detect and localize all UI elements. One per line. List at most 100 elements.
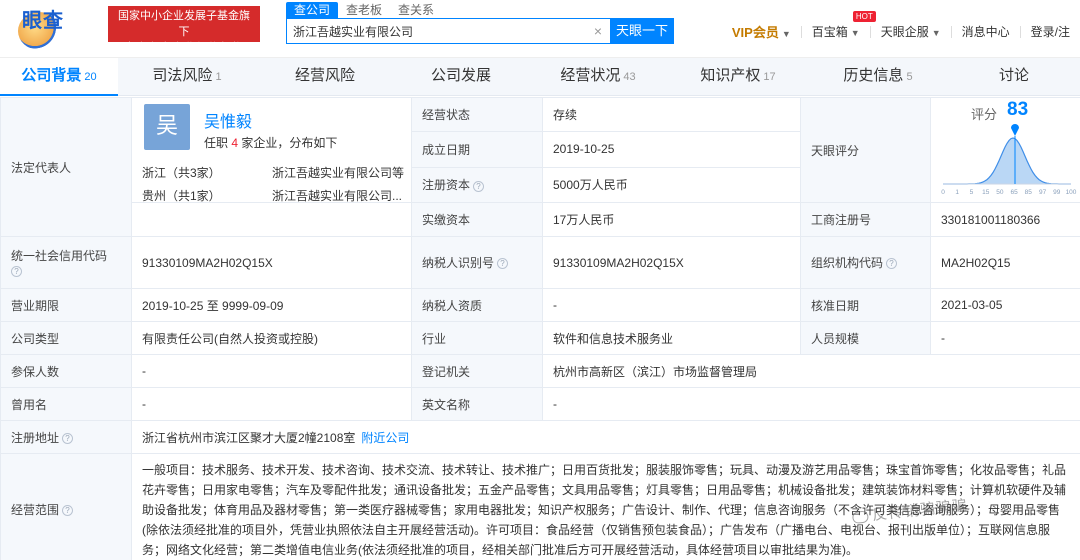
term-value: 2019-10-25 至 9999-09-09 — [131, 288, 412, 322]
tianyancha-logo[interactable]: 眼查 — [8, 4, 108, 50]
tab-count: 1 — [215, 71, 222, 83]
score-widget[interactable]: 评分 83 0 1 5 15 50 65 85 97 99 100 — [931, 98, 1080, 202]
tab-intellectual-property[interactable]: 知识产权 17 — [668, 58, 808, 96]
reg-capital-label-text: 注册资本 — [422, 178, 471, 193]
region-company[interactable]: 浙江吾越实业有限公司... — [272, 187, 408, 204]
credit-code-label: 统一社会信用代码? — [0, 236, 132, 289]
score-tick-label: 100 — [1066, 189, 1077, 196]
search-button[interactable]: 天眼一下 — [610, 18, 674, 44]
help-icon[interactable]: ? — [497, 258, 509, 270]
region-province: 浙江（共3家） — [142, 166, 221, 180]
english-name-value: - — [542, 387, 1080, 421]
score-cell: 评分 83 0 1 5 15 50 65 85 97 99 100 — [930, 97, 1080, 203]
org-code-label: 组织机构代码? — [800, 236, 931, 289]
login-link[interactable]: 登录/注 — [1021, 23, 1080, 40]
tab-label: 讨论 — [998, 67, 1029, 84]
search-tab-boss[interactable]: 查老板 — [338, 2, 390, 18]
search-tab-company[interactable]: 查公司 — [286, 2, 339, 18]
taxpayer-id-value: 91330109MA2H02Q15X — [542, 236, 801, 289]
score-tick-label: 85 — [1025, 189, 1033, 196]
score-tick-label: 65 — [1010, 189, 1018, 196]
message-center-link[interactable]: 消息中心 — [952, 23, 1020, 40]
org-code-label-text: 组织机构代码 — [811, 256, 884, 270]
avatar[interactable]: 吴 — [144, 104, 190, 150]
region-company[interactable]: 浙江吾越实业有限公司等 — [272, 164, 408, 181]
nearby-companies-link[interactable]: 附近公司 — [361, 431, 409, 445]
tab-judicial-risk[interactable]: 司法风险 1 — [118, 58, 256, 96]
company-count: 4 — [231, 136, 239, 150]
section-tabs: 公司背景 20 司法风险 1 经营风险 公司发展 经营状况 43 知识产权 17 历史信… — [0, 58, 1080, 96]
score-tick-label: 0 — [941, 189, 945, 196]
summary-suffix: 家企业，分布如下 — [241, 136, 338, 150]
tab-history[interactable]: 历史信息 5 — [808, 58, 948, 96]
search-input[interactable] — [287, 19, 587, 43]
qifu-label: 天眼企服 — [880, 25, 929, 39]
established-value: 2019-10-25 — [542, 131, 801, 168]
taxpayer-qual-label: 纳税人资质 — [411, 288, 543, 322]
help-icon[interactable]: ? — [62, 505, 74, 517]
org-code-value: MA2H02Q15 — [930, 236, 1080, 289]
vip-menu[interactable]: VIP会员 ▼ — [722, 22, 801, 41]
biz-reg-no-value: 330181001180366 — [930, 202, 1080, 237]
tab-label: 经营状况 — [560, 67, 621, 84]
tab-label: 公司发展 — [430, 67, 491, 84]
scope-label-text: 经营范围 — [11, 503, 60, 517]
former-name-value: - — [131, 387, 412, 421]
score-distribution-chart: 0 1 5 15 50 65 85 97 99 100 — [941, 124, 1077, 196]
help-icon[interactable]: ? — [11, 266, 22, 278]
tab-company-development[interactable]: 公司发展 — [394, 58, 528, 96]
company-type-label: 公司类型 — [0, 321, 132, 355]
score-value: 83 — [1007, 99, 1029, 120]
score-marker-icon — [1011, 124, 1019, 136]
scope-label: 经营范围? — [0, 453, 132, 560]
industry-label: 行业 — [411, 321, 543, 355]
tab-label: 公司背景 — [21, 67, 82, 84]
legal-rep-name[interactable]: 吴惟毅 — [204, 108, 252, 132]
tab-discussion[interactable]: 讨论 — [948, 58, 1080, 96]
tab-label: 知识产权 — [700, 67, 761, 84]
clear-icon[interactable]: × — [594, 23, 602, 39]
score-tick-label: 15 — [982, 189, 990, 196]
tab-count: 20 — [84, 71, 97, 83]
former-name-label: 曾用名 — [0, 387, 132, 421]
tab-company-background[interactable]: 公司背景 20 — [0, 58, 118, 96]
hot-badge: HOT — [852, 11, 876, 22]
tab-business-status[interactable]: 经营状况 43 — [528, 58, 668, 96]
credit-code-value: 91330109MA2H02Q15X — [131, 236, 412, 289]
qifu-menu[interactable]: 天眼企服 ▼ — [871, 23, 951, 40]
banner-line1: 国家中小企业发展子基金旗下 — [118, 10, 250, 38]
baibaoxiang-menu[interactable]: 百宝箱 ▼ HOT — [802, 11, 876, 40]
paid-capital-value: 17万人民币 — [542, 202, 801, 237]
term-label: 营业期限 — [0, 288, 132, 322]
tab-count: 17 — [763, 71, 776, 83]
banner-line2: 官方备案企业征信机构 — [124, 42, 244, 54]
reg-capital-label: 注册资本? — [411, 166, 543, 204]
staff-size-label: 人员规模 — [800, 321, 931, 355]
score-tick-label: 5 — [970, 189, 974, 196]
staff-size-value: - — [930, 321, 1080, 355]
search-tab-relation[interactable]: 查关系 — [390, 2, 442, 18]
help-icon[interactable]: ? — [473, 180, 485, 192]
top-nav: VIP会员 ▼ 百宝箱 ▼ HOT 天眼企服 ▼ 消息中心 登录/注 — [722, 11, 1080, 41]
established-label: 成立日期 — [411, 131, 543, 168]
chevron-down-icon: ▼ — [931, 28, 941, 38]
region-row: 贵州（共1家） 浙江吾越实业有限公司... — [142, 187, 412, 204]
taxpayer-id-label: 纳税人识别号? — [411, 236, 543, 289]
help-icon[interactable]: ? — [62, 432, 74, 444]
region-row: 浙江（共3家） 浙江吾越实业有限公司等 — [142, 164, 412, 181]
company-type-value: 有限责任公司(自然人投资或控股) — [131, 321, 412, 355]
tianyan-score-label: 天眼评分 — [800, 97, 931, 203]
chevron-down-icon: ▼ — [781, 29, 791, 39]
registry-label: 登记机关 — [411, 354, 543, 388]
help-icon[interactable]: ? — [886, 258, 898, 270]
status-label: 经营状态 — [411, 96, 543, 133]
registry-value: 杭州市高新区（滨江）市场监督管理局 — [542, 354, 1080, 388]
legal-rep-cell: 吴 吴惟毅 任职 4 家企业，分布如下 浙江（共3家） 浙江吾越实业有限公司等 贵… — [131, 97, 412, 204]
taxpayer-qual-value: - — [542, 288, 801, 322]
approval-date-value: 2021-03-05 — [930, 288, 1080, 322]
address-value: 浙江省杭州市滨江区聚才大厦2幢2108室 — [142, 430, 356, 445]
score-tick-label: 99 — [1053, 189, 1061, 196]
tab-operating-risk[interactable]: 经营风险 — [256, 58, 394, 96]
business-scope-value: 一般项目：技术服务、技术开发、技术咨询、技术交流、技术转让、技术推广；日用百货批… — [131, 453, 1080, 560]
score-label: 评分 — [971, 107, 998, 122]
